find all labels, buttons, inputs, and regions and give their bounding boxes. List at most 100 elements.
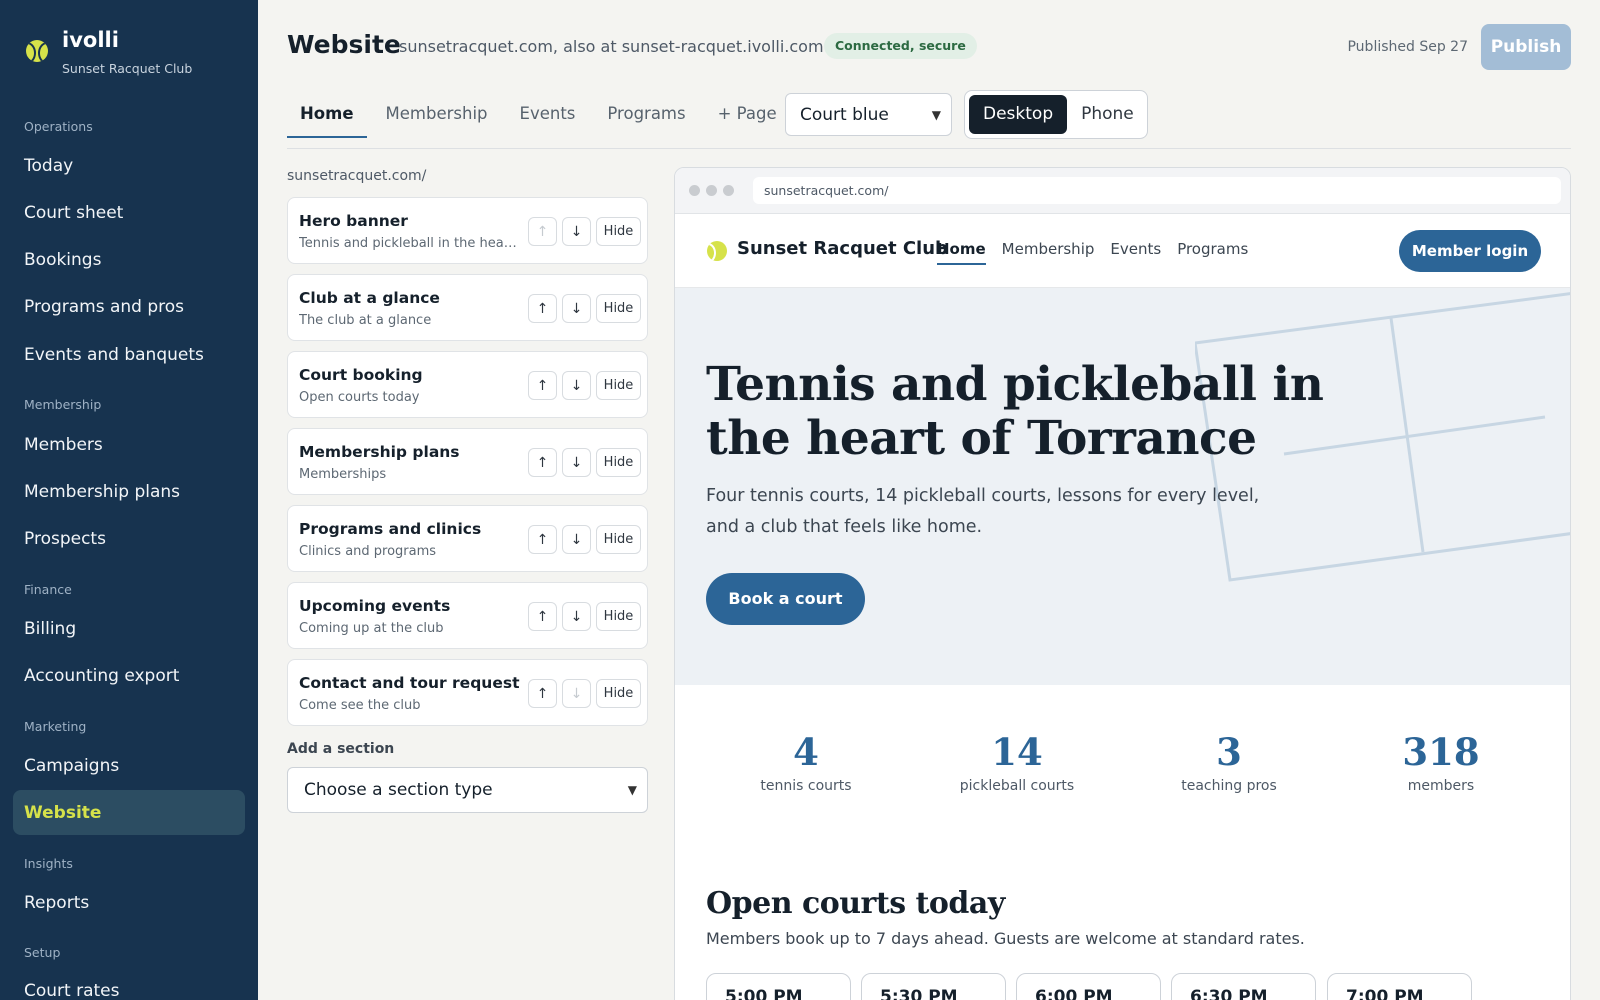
site-domains: sunsetracquet.com, also at sunset-racque… (399, 37, 824, 56)
section-card-club-at-a-glance[interactable]: Club at a glance The club at a glance ↑ … (287, 274, 648, 341)
sidebar-item-today[interactable]: Today (13, 143, 245, 188)
sidebar-item-billing[interactable]: Billing (13, 606, 245, 651)
tab-events[interactable]: Events (507, 94, 589, 138)
time-slot[interactable]: 5:00 PM (706, 973, 851, 1000)
time-slot[interactable]: 5:30 PM (861, 973, 1006, 1000)
chevron-down-icon: ▼ (627, 783, 637, 797)
open-courts-title: Open courts today (706, 886, 1005, 921)
section-title: Court booking (299, 366, 423, 384)
section-card-membership-plans[interactable]: Membership plans Memberships ↑ ↓ Hide (287, 428, 648, 495)
preview-url: sunsetracquet.com/ (753, 177, 1561, 204)
page-title: Website (287, 30, 401, 59)
site-preview: sunsetracquet.com/ Sunset Racquet Club H… (674, 167, 1571, 1000)
stat-value: 4 (793, 730, 819, 774)
time-slot[interactable]: 7:00 PM (1327, 973, 1472, 1000)
time-slot[interactable]: 6:00 PM (1016, 973, 1161, 1000)
hide-section-button[interactable]: Hide (596, 371, 641, 400)
move-down-button[interactable]: ↓ (562, 217, 591, 246)
window-dot-icon (689, 185, 700, 196)
sidebar-item-members[interactable]: Members (13, 422, 245, 467)
theme-select-value: Court blue (800, 104, 889, 125)
sidebar-item-label: Reports (24, 892, 90, 913)
tab-membership[interactable]: Membership (373, 94, 501, 138)
desktop-view-button[interactable]: Desktop (969, 95, 1068, 134)
section-title: Hero banner (299, 212, 408, 230)
section-card-upcoming-events[interactable]: Upcoming events Coming up at the club ↑ … (287, 582, 648, 649)
section-card-programs-and-clinics[interactable]: Programs and clinics Clinics and program… (287, 505, 648, 572)
sidebar-item-events-and-banquets[interactable]: Events and banquets (13, 332, 245, 377)
section-card-contact-and-tour-request[interactable]: Contact and tour request Come see the cl… (287, 659, 648, 726)
sidebar-item-label: Campaigns (24, 755, 120, 776)
sidebar-item-programs-and-pros[interactable]: Programs and pros (13, 284, 245, 329)
stat-value: 3 (1216, 730, 1242, 774)
site-nav-events[interactable]: Events (1110, 240, 1161, 265)
tab-home[interactable]: Home (287, 94, 367, 138)
hide-section-button[interactable]: Hide (596, 294, 641, 323)
tab-programs[interactable]: Programs (594, 94, 698, 138)
stat-value: 318 (1402, 730, 1480, 774)
move-down-button[interactable]: ↓ (562, 679, 591, 708)
move-up-button[interactable]: ↑ (528, 602, 557, 631)
site-nav-links: Home Membership Events Programs (937, 240, 1264, 265)
move-up-button[interactable]: ↑ (528, 448, 557, 477)
move-up-button[interactable]: ↑ (528, 217, 557, 246)
sidebar-item-court-rates[interactable]: Court rates (13, 968, 245, 1000)
section-card-court-booking[interactable]: Court booking Open courts today ↑ ↓ Hide (287, 351, 648, 418)
publish-button[interactable]: Publish (1481, 24, 1571, 70)
sidebar-item-reports[interactable]: Reports (13, 880, 245, 925)
sidebar-item-membership-plans[interactable]: Membership plans (13, 469, 245, 514)
theme-select[interactable]: Court blue ▼ (785, 93, 952, 136)
arrow-down-icon: ↓ (570, 300, 583, 317)
hide-section-button[interactable]: Hide (596, 525, 641, 554)
published-date: Published Sep 27 (1347, 39, 1468, 55)
add-section-select[interactable]: Choose a section type ▼ (287, 767, 648, 813)
move-down-button[interactable]: ↓ (562, 525, 591, 554)
stat-members: 318 members (1335, 730, 1547, 794)
add-section-placeholder: Choose a section type (304, 780, 493, 800)
move-up-button[interactable]: ↑ (528, 294, 557, 323)
book-court-button[interactable]: Book a court (706, 573, 865, 625)
stat-label: members (1407, 778, 1475, 794)
section-subtitle: Open courts today (299, 390, 420, 405)
move-down-button[interactable]: ↓ (562, 371, 591, 400)
section-subtitle: Coming up at the club (299, 621, 444, 636)
sidebar-item-bookings[interactable]: Bookings (13, 237, 245, 282)
site-nav-home[interactable]: Home (937, 240, 986, 265)
sidebar-item-campaigns[interactable]: Campaigns (13, 743, 245, 788)
move-down-button[interactable]: ↓ (562, 448, 591, 477)
stat-pickleball-courts: 14 pickleball courts (911, 730, 1123, 794)
page-path: sunsetracquet.com/ (287, 168, 427, 184)
phone-view-button[interactable]: Phone (1067, 95, 1148, 134)
move-up-button[interactable]: ↑ (528, 371, 557, 400)
sidebar-item-prospects[interactable]: Prospects (13, 516, 245, 561)
arrow-down-icon: ↓ (570, 223, 583, 240)
section-title: Programs and clinics (299, 520, 482, 538)
sidebar-item-court-sheet[interactable]: Court sheet (13, 190, 245, 235)
stat-tennis-courts: 4 tennis courts (700, 730, 912, 794)
move-up-button[interactable]: ↑ (528, 525, 557, 554)
hide-section-button[interactable]: Hide (596, 217, 641, 246)
tab-divider (287, 148, 1571, 149)
time-slot[interactable]: 6:30 PM (1171, 973, 1316, 1000)
member-login-button[interactable]: Member login (1399, 230, 1541, 272)
arrow-up-icon: ↑ (536, 300, 549, 317)
chevron-down-icon: ▼ (931, 107, 941, 122)
hide-section-button[interactable]: Hide (596, 679, 641, 708)
sidebar-item-website[interactable]: Website (13, 790, 245, 835)
stat-value: 14 (991, 730, 1043, 774)
hero-banner: Tennis and pickleball in the heart of To… (675, 288, 1570, 685)
site-nav-programs[interactable]: Programs (1177, 240, 1248, 265)
hero-subtitle: Four tennis courts, 14 pickleball courts… (706, 486, 1260, 537)
site-nav-membership[interactable]: Membership (1002, 240, 1095, 265)
tab-add-page[interactable]: + Page (705, 94, 790, 138)
move-up-button[interactable]: ↑ (528, 679, 557, 708)
section-card-hero-banner[interactable]: Hero banner Tennis and pickleball in the… (287, 197, 648, 264)
arrow-down-icon: ↓ (570, 685, 583, 702)
move-down-button[interactable]: ↓ (562, 602, 591, 631)
move-down-button[interactable]: ↓ (562, 294, 591, 323)
sidebar-item-label: Court rates (24, 980, 120, 1000)
sidebar-item-accounting-export[interactable]: Accounting export (13, 653, 245, 698)
hide-section-button[interactable]: Hide (596, 602, 641, 631)
nav-group-marketing: Marketing (24, 719, 87, 734)
hide-section-button[interactable]: Hide (596, 448, 641, 477)
